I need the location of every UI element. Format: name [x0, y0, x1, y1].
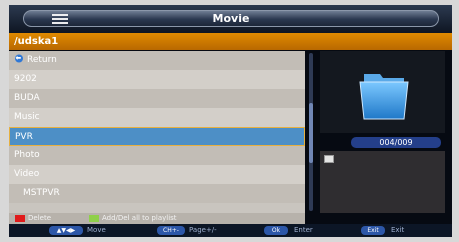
delete-label: Delete	[28, 214, 51, 222]
help-key-exit: Exit	[361, 226, 385, 235]
list-item-pvr[interactable]: PVR	[9, 127, 305, 146]
playlist-label: Add/Del all to playlist	[102, 214, 177, 222]
help-label-exit: Exit	[391, 226, 405, 234]
list-item-label: Music	[14, 112, 40, 122]
delete-color-key	[15, 215, 25, 222]
list-item-mstpvr[interactable]: MSTPVR	[9, 184, 305, 203]
info-panel	[320, 151, 445, 213]
help-label-move: Move	[87, 226, 106, 234]
help-key-enter: Ok	[264, 226, 288, 235]
folder-icon	[359, 74, 409, 120]
list-item-label: BUDA	[14, 93, 40, 103]
list-item-label: 9202	[14, 74, 37, 84]
file-list: Return 9202 BUDA Music PVR Photo Video M…	[9, 51, 305, 213]
tv-screen: Movie /udska1 Return 9202 BUDA Music PVR	[9, 5, 452, 237]
list-item-label: MSTPVR	[23, 188, 60, 198]
list-item-label: Return	[27, 55, 57, 65]
title-pill: Movie	[23, 10, 439, 27]
list-item-label: Photo	[14, 150, 40, 160]
help-key-move: ▲▼◀▶	[49, 226, 83, 235]
list-item-music[interactable]: Music	[9, 108, 305, 127]
file-counter: 004/009	[351, 137, 441, 148]
help-key-page: CH+-	[157, 226, 185, 235]
legend-bar: Delete Add/Del all to playlist	[9, 213, 305, 224]
list-item-buda[interactable]: BUDA	[9, 89, 305, 108]
info-icon	[324, 155, 334, 163]
playlist-color-key	[89, 215, 99, 222]
path-bar: /udska1	[9, 33, 452, 50]
list-item-photo[interactable]: Photo	[9, 146, 305, 165]
help-label-page: Page+/-	[189, 226, 217, 234]
list-item-return[interactable]: Return	[9, 51, 305, 70]
return-icon	[15, 54, 23, 63]
help-label-enter: Enter	[294, 226, 313, 234]
list-item-9202[interactable]: 9202	[9, 70, 305, 89]
list-scrollbar[interactable]	[309, 53, 313, 211]
list-item-label: PVR	[15, 132, 33, 142]
page-title: Movie	[212, 12, 250, 25]
help-bar: ▲▼◀▶ Move CH+- Page+/- Ok Enter Exit Exi…	[9, 224, 452, 237]
scrollbar-thumb[interactable]	[309, 103, 313, 163]
preview-panel	[320, 51, 445, 133]
list-item-label: Video	[14, 169, 40, 179]
tv-bezel: Movie /udska1 Return 9202 BUDA Music PVR	[0, 0, 459, 242]
list-item-video[interactable]: Video	[9, 165, 305, 184]
title-bar: Movie	[9, 5, 452, 33]
